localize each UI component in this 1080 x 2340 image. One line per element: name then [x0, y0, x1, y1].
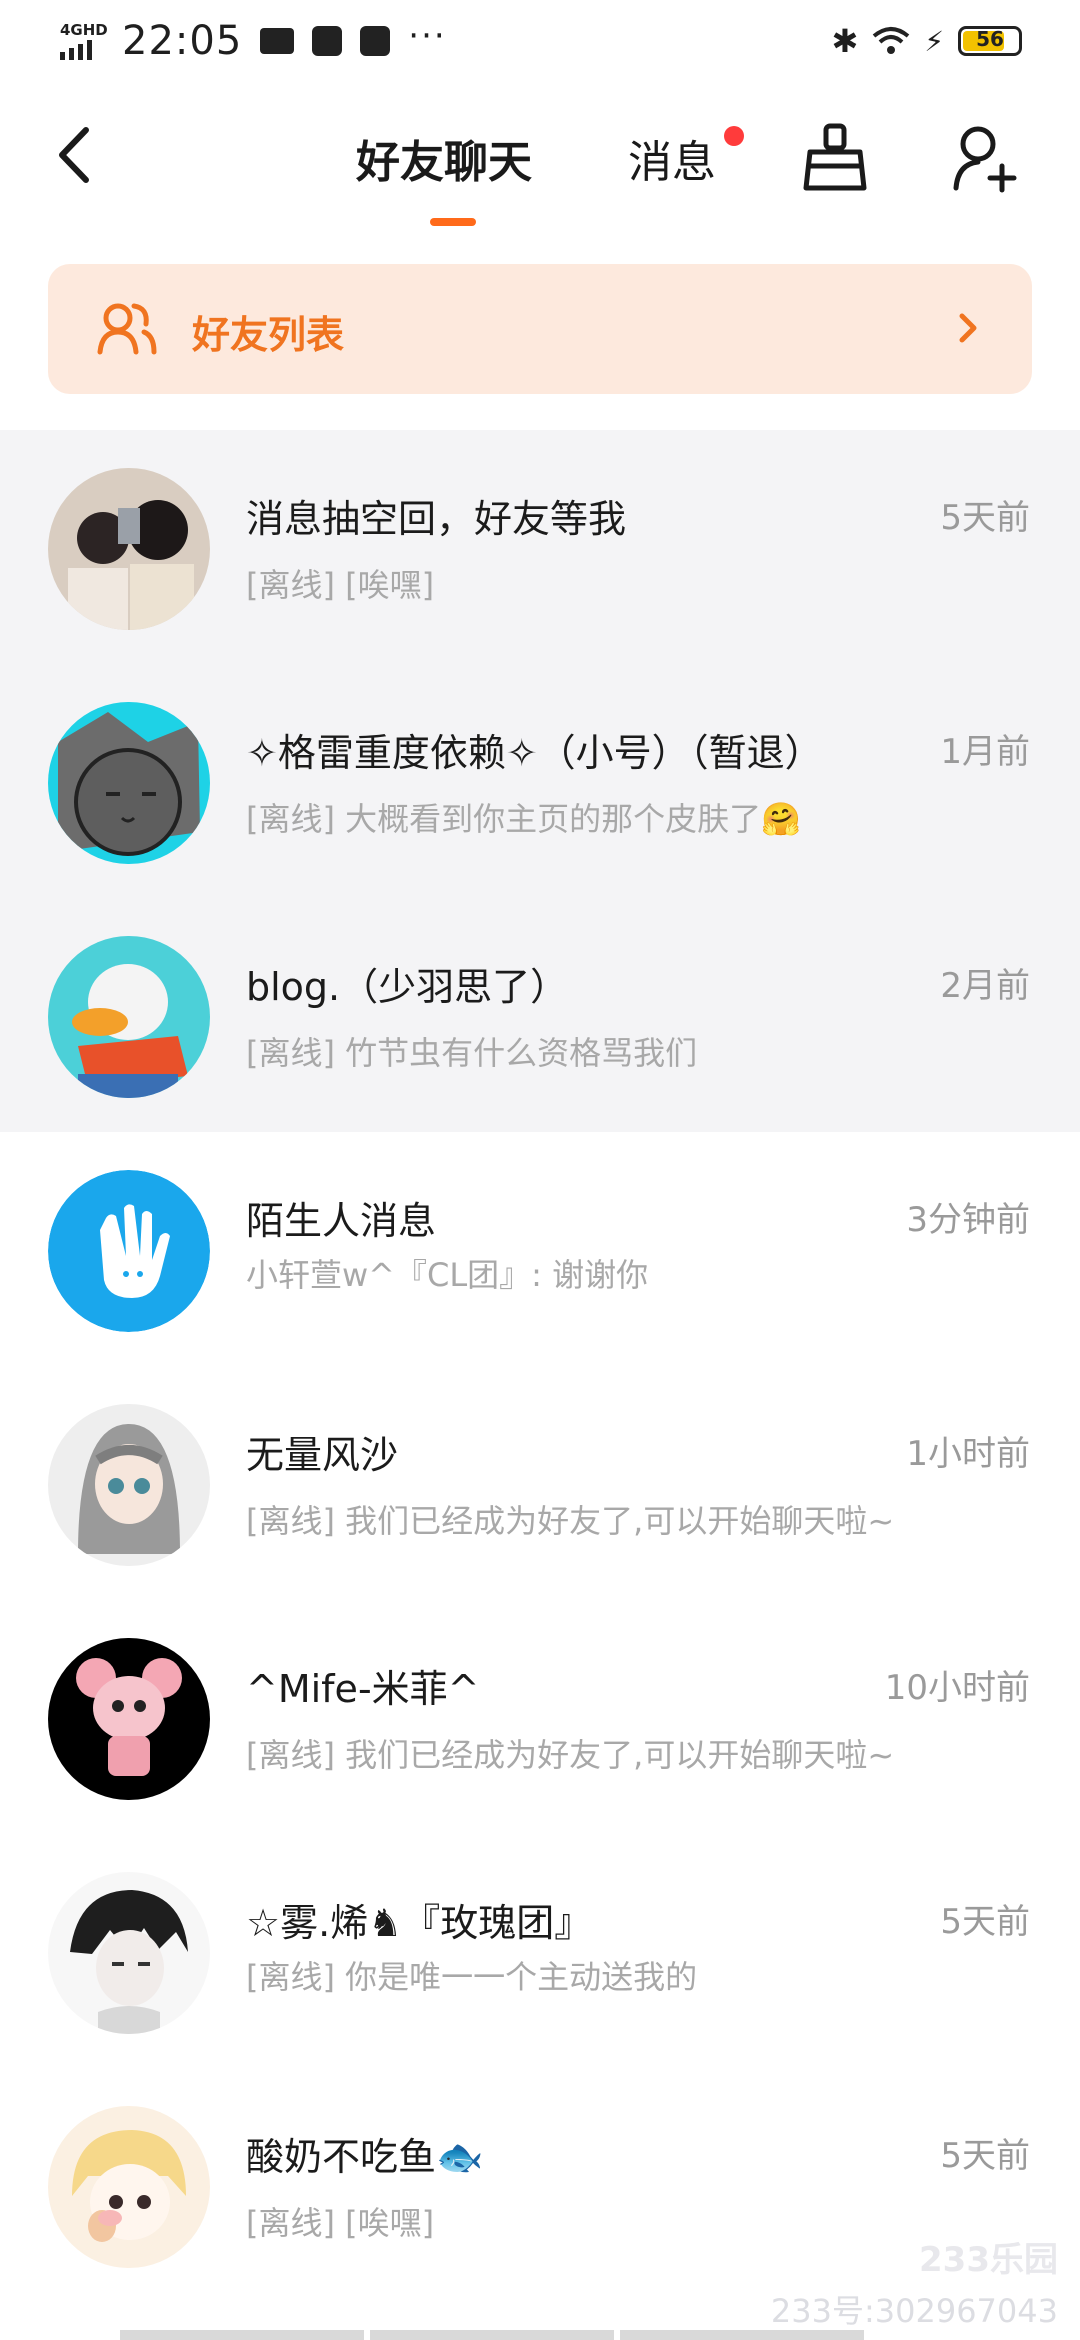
avatar: [48, 1638, 210, 1800]
watermark-logo: 233乐园: [919, 2240, 1058, 2280]
broom-clean-icon[interactable]: [800, 122, 870, 194]
battery-icon: 56: [958, 26, 1022, 56]
chat-time: 3分钟前: [906, 1200, 1030, 1240]
notification-icon-2: [360, 26, 391, 56]
friend-list-label: 好友列表: [192, 313, 345, 357]
chat-name: ☆雾.烯♞『玫瑰团』: [246, 1901, 593, 1945]
signal-indicator: 4GHD: [60, 22, 108, 60]
avatar: [48, 702, 210, 864]
chat-time: 1月前: [940, 732, 1030, 772]
status-bar: 4GHD 22:05 ··· ✱ ⚡ 56: [0, 0, 1080, 84]
chat-name: 消息抽空回，好友等我: [246, 497, 627, 541]
chat-time: 2月前: [940, 966, 1030, 1006]
signal-bars-icon: [60, 40, 108, 60]
avatar: [48, 1872, 210, 2034]
chat-preview: 小轩萱w^『CL团』: 谢谢你: [246, 1256, 649, 1294]
clock: 22:05: [122, 18, 243, 64]
chat-name: blog.（少羽思了）: [246, 965, 569, 1009]
chat-preview: [离线] 你是唯一一个主动送我的: [246, 1958, 698, 1996]
add-friend-icon[interactable]: [950, 122, 1022, 194]
battery-level: 56: [976, 27, 1004, 51]
chat-time: 10小时前: [884, 1668, 1030, 1708]
chevron-right-icon: [959, 313, 977, 343]
chat-list: 消息抽空回，好友等我 5天前 [离线] [唉嘿] ✧格雷重度依赖✧（小号）（暂退…: [0, 430, 1080, 2302]
top-nav: 好友聊天 消息: [0, 100, 1080, 240]
chat-preview: [离线] [唉嘿]: [246, 2204, 435, 2242]
chat-name: ^Mife-米菲^: [246, 1667, 480, 1711]
chat-row[interactable]: 消息抽空回，好友等我 5天前 [离线] [唉嘿]: [0, 430, 1080, 664]
chat-row[interactable]: ☆雾.烯♞『玫瑰团』 5天前 [离线] 你是唯一一个主动送我的: [0, 1834, 1080, 2068]
chat-name: 无量风沙: [246, 1433, 399, 1477]
tab-messages[interactable]: 消息: [628, 126, 716, 190]
chat-preview: [离线] 竹节虫有什么资格骂我们: [246, 1034, 698, 1072]
chat-preview: [离线] 大概看到你主页的那个皮肤了🤗: [246, 800, 801, 838]
unread-dot: [724, 126, 744, 146]
chat-name: 陌生人消息: [246, 1199, 437, 1243]
avatar: [48, 468, 210, 630]
chat-time: 5天前: [940, 2136, 1030, 2176]
chat-row-strangers[interactable]: 陌生人消息 3分钟前 小轩萱w^『CL团』: 谢谢你: [0, 1132, 1080, 1366]
bluetooth-icon: ✱: [831, 22, 859, 60]
charging-icon: ⚡: [924, 24, 944, 58]
video-call-icon: [260, 28, 295, 54]
chat-time: 5天前: [940, 1902, 1030, 1942]
chat-preview: [离线] 我们已经成为好友了,可以开始聊天啦~: [246, 1502, 895, 1540]
avatar: [48, 936, 210, 1098]
chat-time: 1小时前: [906, 1434, 1030, 1474]
chat-time: 5天前: [940, 498, 1030, 538]
chat-name: 酸奶不吃鱼🐟: [246, 2135, 484, 2179]
chat-row[interactable]: ^Mife-米菲^ 10小时前 [离线] 我们已经成为好友了,可以开始聊天啦~: [0, 1600, 1080, 1834]
active-tab-indicator: [430, 218, 476, 226]
notification-icon: [312, 26, 343, 56]
hand-wave-icon: [48, 1170, 210, 1332]
chevron-left-icon[interactable]: [48, 120, 108, 190]
chat-name: ✧格雷重度依赖✧（小号）（暂退）: [246, 731, 823, 775]
avatar: [48, 1404, 210, 1566]
chat-row[interactable]: 无量风沙 1小时前 [离线] 我们已经成为好友了,可以开始聊天啦~: [0, 1366, 1080, 1600]
avatar: [48, 2106, 210, 2268]
chat-row[interactable]: ✧格雷重度依赖✧（小号）（暂退） 1月前 [离线] 大概看到你主页的那个皮肤了🤗: [0, 664, 1080, 898]
tab-friend-chat[interactable]: 好友聊天: [356, 126, 532, 190]
friend-list-entry[interactable]: 好友列表: [48, 264, 1032, 394]
bottom-edge: [120, 2330, 864, 2340]
chat-preview: [离线] [唉嘿]: [246, 566, 435, 604]
people-icon: [97, 303, 157, 355]
network-type: 4GHD: [60, 21, 108, 39]
chat-row[interactable]: blog.（少羽思了） 2月前 [离线] 竹节虫有什么资格骂我们: [0, 898, 1080, 1132]
chat-row[interactable]: 酸奶不吃鱼🐟 5天前 [离线] [唉嘿]: [0, 2068, 1080, 2302]
watermark-id: 233号:302967043: [770, 2292, 1058, 2330]
more-notifications: ···: [408, 16, 447, 56]
wifi-icon: [873, 27, 910, 54]
chat-preview: [离线] 我们已经成为好友了,可以开始聊天啦~: [246, 1736, 895, 1774]
